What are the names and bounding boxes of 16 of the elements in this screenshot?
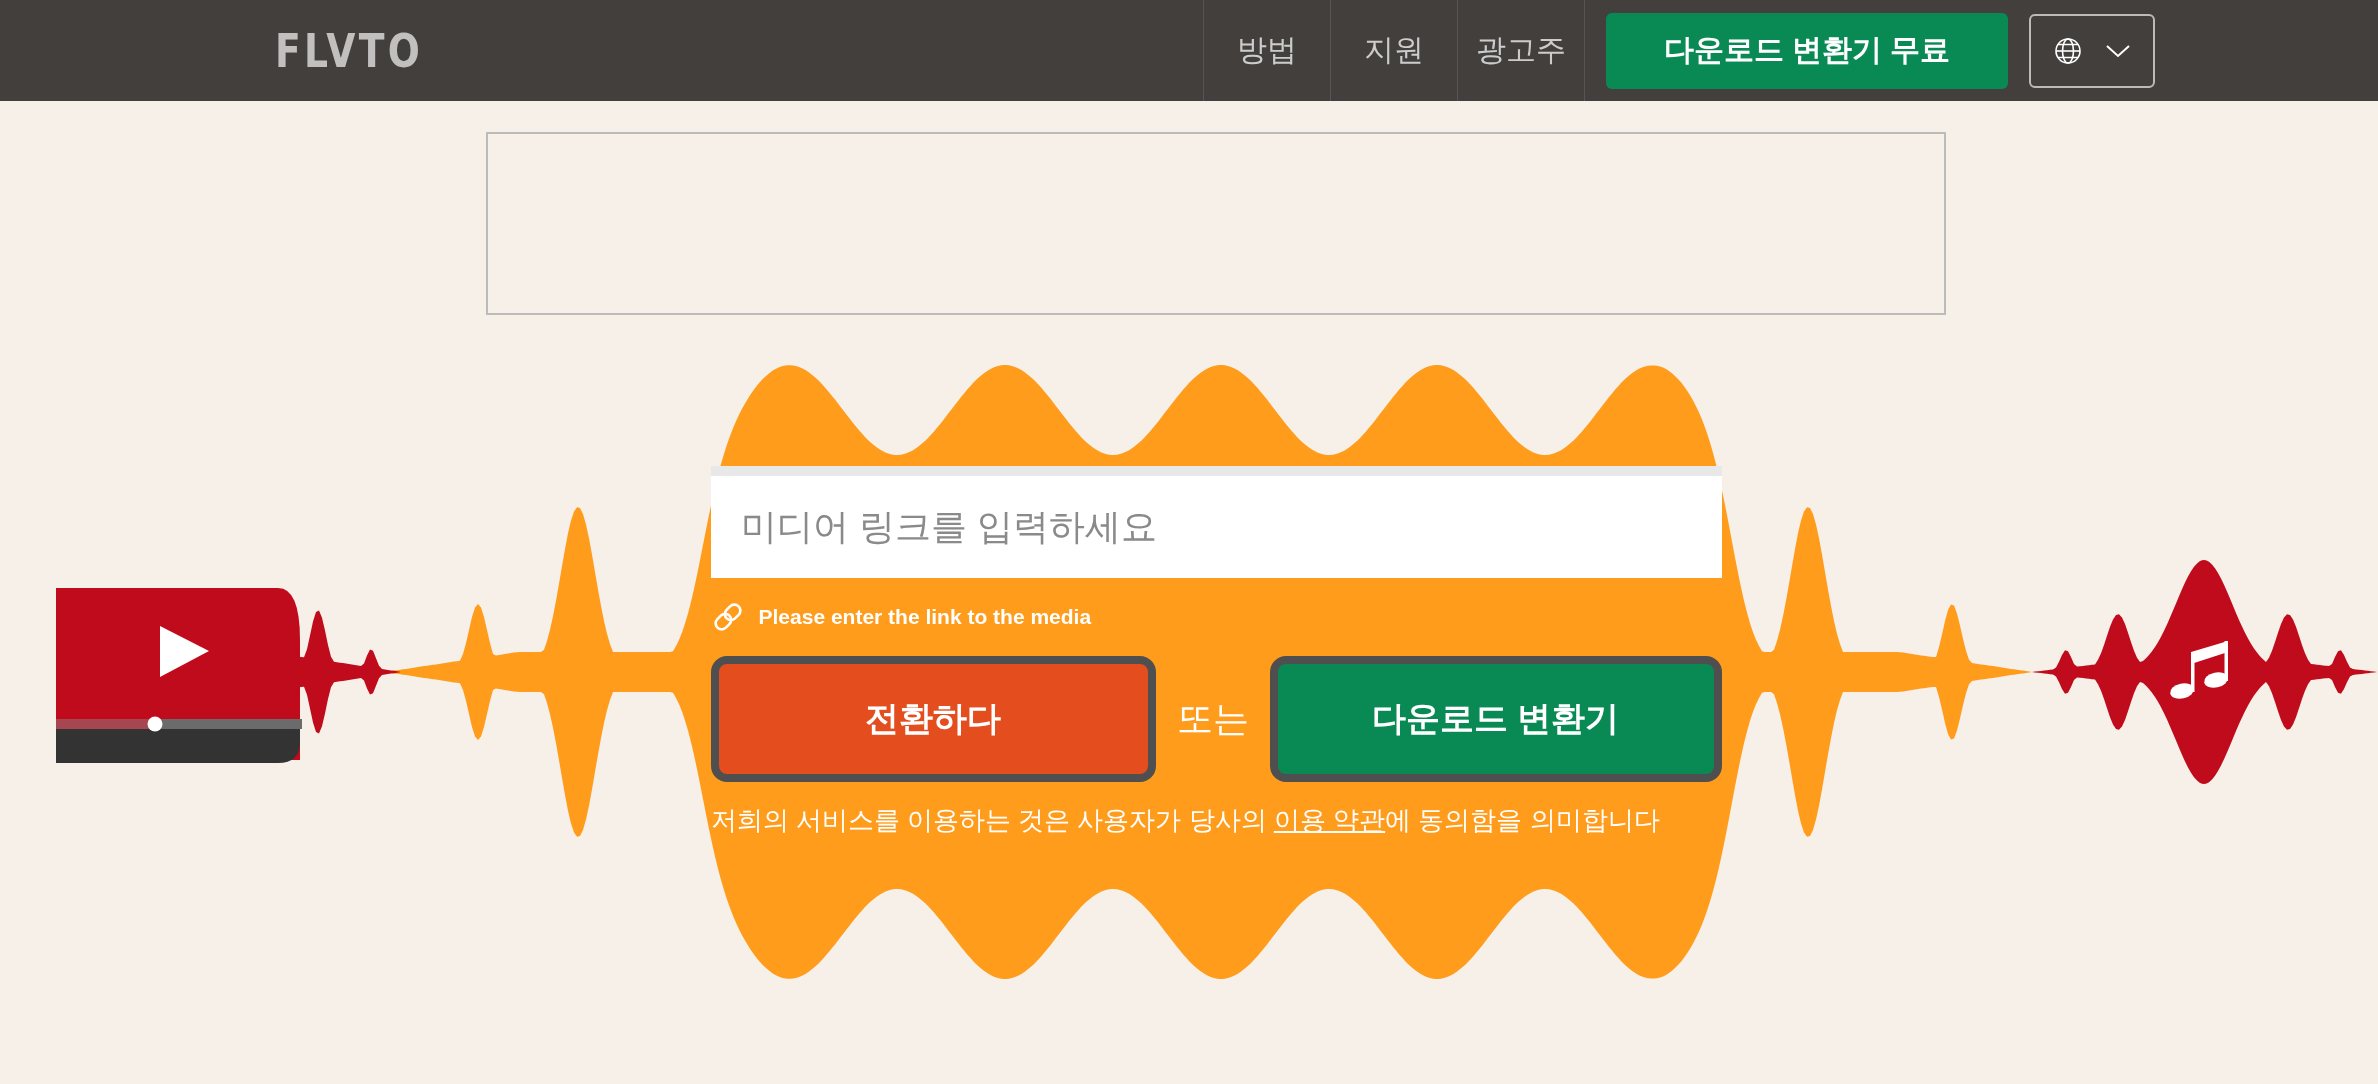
site-logo[interactable]: FLVTO (275, 23, 423, 78)
hint-text: Please enter the link to the media (758, 605, 1092, 629)
terms-notice: 저희의 서비스를 이용하는 것은 사용자가 당사의 이용 약관에 동의함을 의미합니다 (710, 804, 1661, 837)
download-converter-button[interactable]: 다운로드 변환기 무료 (1606, 12, 2008, 89)
play-icon (160, 626, 209, 677)
media-link-field[interactable]: 미디어 링크를 입력하세요 (710, 466, 1722, 578)
or-text: 또는 (1175, 696, 1250, 741)
nav-link[interactable]: 광고주 (1457, 0, 1584, 101)
convert-button[interactable]: 전환하다 (710, 656, 1156, 782)
music-note-icon (2170, 641, 2228, 699)
globe-icon (2053, 35, 2083, 66)
language-button[interactable] (2029, 13, 2155, 88)
download-converter-button[interactable]: 다운로드 변환기 (1269, 656, 1722, 782)
caret-icon (2105, 42, 2131, 59)
nav-link[interactable]: 방법 (1203, 0, 1330, 101)
nav-link[interactable]: 지원 (1330, 0, 1457, 101)
